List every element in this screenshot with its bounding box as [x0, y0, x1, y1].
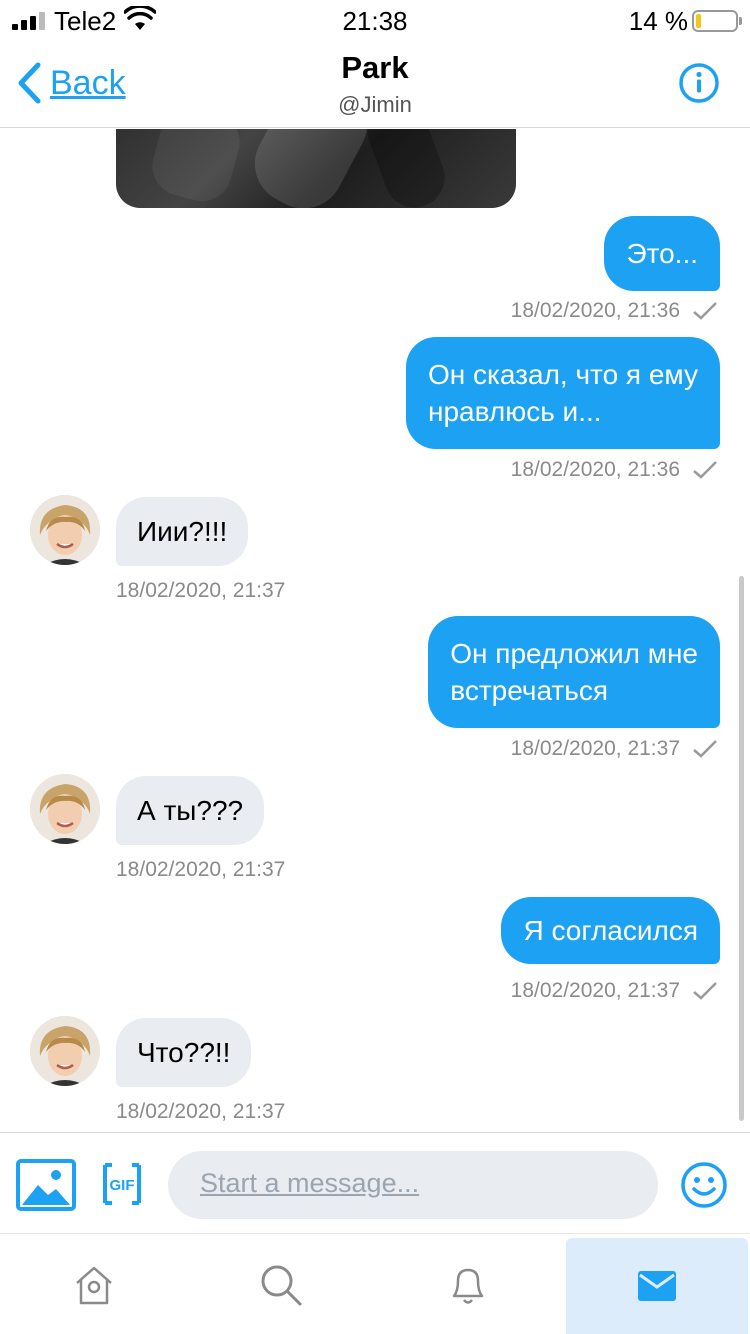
conversation-header: Back Park @Jimin	[0, 40, 750, 128]
battery-percent: 14 %	[628, 6, 688, 36]
message-input[interactable]	[168, 1151, 658, 1219]
avatar-photo	[30, 1016, 100, 1086]
conversation-handle: @Jimin	[338, 92, 412, 117]
avatar[interactable]	[30, 1016, 100, 1086]
bell-icon	[452, 1268, 483, 1304]
avatar[interactable]	[30, 774, 100, 844]
tab-bar	[0, 1235, 750, 1334]
tab-messages[interactable]	[566, 1238, 748, 1334]
avatar-photo	[30, 495, 100, 565]
avatar-photo	[30, 774, 100, 844]
check-icon	[693, 302, 717, 320]
incoming-message[interactable]: Иии?!!!	[116, 497, 249, 566]
tab-search[interactable]	[187, 1235, 374, 1334]
message-timestamp: 18/02/2020, 21:37	[116, 1100, 286, 1123]
incoming-message[interactable]: Что??!!	[116, 1018, 252, 1087]
shared-photo[interactable]	[116, 129, 516, 208]
info-icon[interactable]	[678, 62, 720, 104]
tab-notifications[interactable]	[374, 1235, 561, 1334]
gif-button[interactable]: GIF	[102, 1159, 142, 1209]
message-timestamp: 18/02/2020, 21:36	[511, 458, 718, 482]
gif-label: GIF	[110, 1177, 135, 1194]
image-icon[interactable]	[16, 1159, 76, 1211]
incoming-message[interactable]: А ты???	[116, 776, 265, 845]
status-bar: Tele2 21:38 14 %	[0, 0, 750, 40]
outgoing-message[interactable]: Я согласился	[501, 897, 720, 964]
message-timestamp: 18/02/2020, 21:37	[116, 579, 286, 602]
scrollbar[interactable]	[739, 576, 744, 1121]
outgoing-message[interactable]: Он предложил мне встречаться	[428, 616, 720, 728]
check-icon	[693, 740, 717, 758]
message-timestamp: 18/02/2020, 21:37	[511, 737, 718, 761]
message-timestamp: 18/02/2020, 21:36	[511, 299, 718, 323]
message-timestamp: 18/02/2020, 21:37	[116, 858, 286, 881]
conversation-title: Park	[341, 50, 409, 85]
emoji-icon[interactable]	[680, 1161, 728, 1209]
tab-home[interactable]	[0, 1235, 187, 1334]
avatar[interactable]	[30, 495, 100, 565]
message-timestamp: 18/02/2020, 21:37	[511, 979, 718, 1003]
battery-icon	[692, 10, 742, 32]
outgoing-message[interactable]: Это...	[604, 216, 720, 291]
check-icon	[693, 461, 717, 479]
battery-level	[696, 14, 701, 28]
check-icon	[693, 982, 717, 1000]
home-icon	[75, 1266, 112, 1304]
message-composer: GIF Start a message...	[0, 1132, 750, 1234]
message-list[interactable]: Это... 18/02/2020, 21:36 Он сказал, что …	[0, 129, 750, 1132]
outgoing-message[interactable]: Он сказал, что я ему нравлюсь и...	[406, 337, 720, 449]
mail-icon	[638, 1271, 676, 1301]
search-icon	[261, 1265, 301, 1305]
